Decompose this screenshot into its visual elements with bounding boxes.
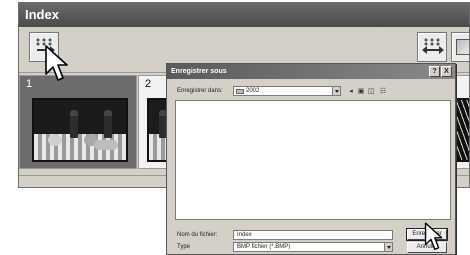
filename-input[interactable]: Index [233,230,393,240]
filename-label: Nom du fichier: [177,232,218,238]
double-arrow-icon [422,46,444,54]
view-button[interactable] [451,32,469,62]
fruit [48,134,62,146]
mouse-pointer-icon [424,222,443,250]
bottle [104,110,112,138]
look-in-label: Enregistrer dans: [177,88,223,94]
arrange-icon [423,38,441,46]
back-icon[interactable]: ◂ [347,87,355,95]
folder-icon [236,89,244,94]
thumbnail-number: 1 [26,78,33,90]
chevron-down-icon[interactable] [332,87,340,95]
help-button[interactable]: ? [429,66,440,77]
arrange-button[interactable] [417,32,447,62]
look-in-dropdown[interactable]: 2002 [233,86,341,96]
mouse-pointer-icon [45,45,68,81]
look-in-value: 2002 [246,88,260,94]
filename-value: Index [237,232,252,238]
views-menu-icon[interactable]: ☷ [379,87,387,95]
file-type-value: BMP fichier (*.BMP) [237,244,291,250]
type-label: Type [177,244,191,250]
save-as-dialog: Enregistrer sous ? X Enregistrer dans: 2… [166,63,456,255]
up-folder-icon[interactable]: ▣ [357,87,365,95]
bottle [70,110,78,138]
thumbnail-image [32,98,128,162]
file-type-dropdown[interactable]: BMP fichier (*.BMP) [233,242,393,252]
file-list[interactable] [175,100,451,220]
close-button[interactable]: X [441,66,452,77]
bread [94,140,118,150]
chevron-down-icon[interactable] [384,243,392,251]
new-folder-icon[interactable]: ◫ [367,87,375,95]
view-icon [456,39,469,55]
thumbnail-cell-1[interactable]: 1 [19,75,137,169]
index-window-title: Index [19,3,469,27]
thumbnail-number: 2 [145,78,152,90]
dialog-title: Enregistrer sous [167,64,455,79]
